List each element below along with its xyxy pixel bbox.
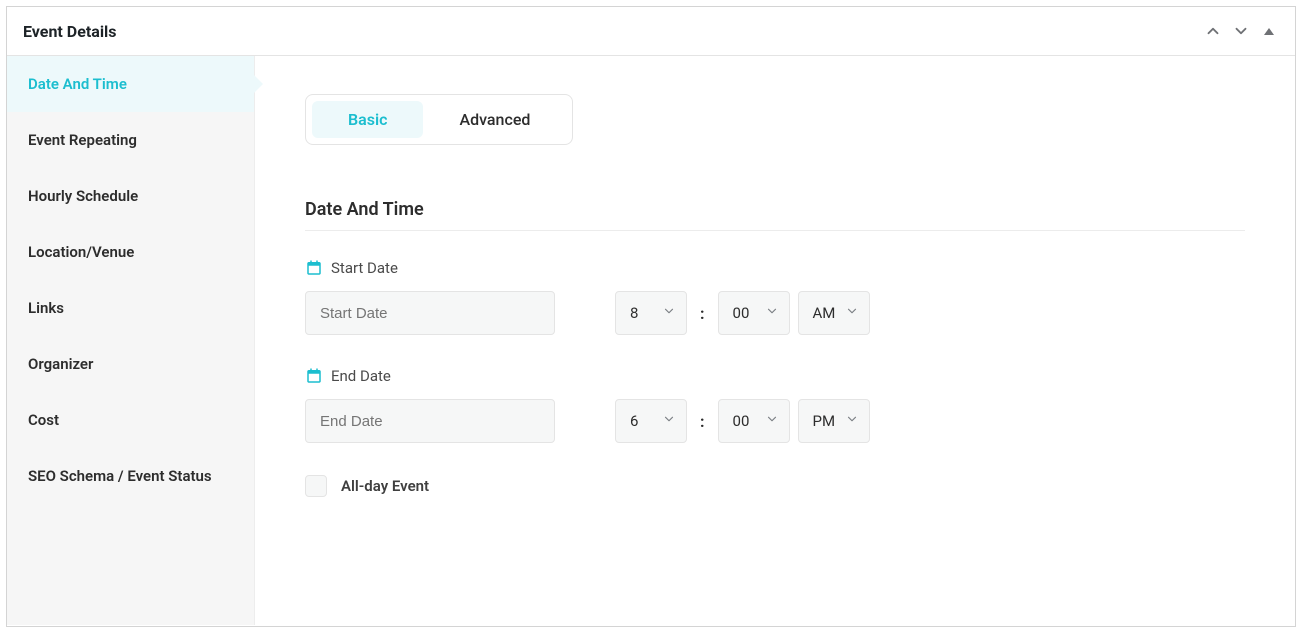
time-separator: : — [695, 304, 710, 323]
metabox-title: Event Details — [23, 22, 117, 41]
end-hour-select[interactable]: 6 — [615, 399, 687, 443]
event-details-metabox: Event Details Date And Time Event Repeat… — [6, 6, 1296, 627]
move-up-icon[interactable] — [1203, 21, 1223, 41]
start-hour-select[interactable]: 8 — [615, 291, 687, 335]
tabs: Basic Advanced — [305, 94, 573, 145]
metabox-controls — [1203, 21, 1279, 41]
sidebar-item-location-venue[interactable]: Location/Venue — [7, 224, 254, 280]
end-date-label-row: End Date — [305, 367, 1245, 385]
sidebar-item-date-and-time[interactable]: Date And Time — [7, 56, 254, 112]
sidebar-item-hourly-schedule[interactable]: Hourly Schedule — [7, 168, 254, 224]
all-day-label: All-day Event — [341, 477, 429, 495]
start-minute-select[interactable]: 00 — [718, 291, 790, 335]
end-hour-select-wrap: 6 — [615, 399, 687, 443]
start-minute-select-wrap: 00 — [718, 291, 790, 335]
end-date-input[interactable] — [305, 399, 555, 443]
sidebar-item-cost[interactable]: Cost — [7, 392, 254, 448]
end-period-select-wrap: PM — [798, 399, 870, 443]
sidebar-item-label: Hourly Schedule — [28, 187, 138, 205]
sidebar-item-links[interactable]: Links — [7, 280, 254, 336]
sidebar-item-label: SEO Schema / Event Status — [28, 467, 212, 485]
sidebar-item-label: Event Repeating — [28, 131, 137, 149]
all-day-row: All-day Event — [305, 475, 1245, 497]
calendar-icon — [305, 367, 323, 385]
tab-advanced[interactable]: Advanced — [423, 101, 566, 138]
calendar-icon — [305, 259, 323, 277]
end-period-select[interactable]: PM — [798, 399, 870, 443]
time-separator: : — [695, 412, 710, 431]
metabox-header: Event Details — [7, 7, 1295, 56]
sidebar-item-label: Organizer — [28, 355, 93, 373]
sidebar-item-organizer[interactable]: Organizer — [7, 336, 254, 392]
sidebar-item-label: Cost — [28, 411, 59, 429]
move-down-icon[interactable] — [1231, 21, 1251, 41]
collapse-icon[interactable] — [1259, 21, 1279, 41]
start-date-inputs: 8 : 00 AM — [305, 291, 1245, 335]
start-date-input[interactable] — [305, 291, 555, 335]
sidebar-item-label: Links — [28, 299, 64, 317]
start-hour-select-wrap: 8 — [615, 291, 687, 335]
start-date-label-row: Start Date — [305, 259, 1245, 277]
start-period-select[interactable]: AM — [798, 291, 870, 335]
sidebar-item-label: Location/Venue — [28, 243, 134, 261]
end-date-label: End Date — [331, 367, 391, 385]
content-area: Basic Advanced Date And Time Start Date … — [255, 56, 1295, 625]
tab-basic[interactable]: Basic — [312, 101, 423, 138]
metabox-body: Date And Time Event Repeating Hourly Sch… — [7, 56, 1295, 625]
start-date-label: Start Date — [331, 259, 398, 277]
end-date-row: End Date 6 : 00 — [305, 367, 1245, 443]
end-minute-select[interactable]: 00 — [718, 399, 790, 443]
sidebar-item-seo-schema[interactable]: SEO Schema / Event Status — [7, 448, 254, 504]
all-day-checkbox[interactable] — [305, 475, 327, 497]
section-title: Date And Time — [305, 199, 1245, 231]
sidebar: Date And Time Event Repeating Hourly Sch… — [7, 56, 255, 625]
end-minute-select-wrap: 00 — [718, 399, 790, 443]
sidebar-item-label: Date And Time — [28, 75, 127, 93]
sidebar-item-event-repeating[interactable]: Event Repeating — [7, 112, 254, 168]
end-date-inputs: 6 : 00 PM — [305, 399, 1245, 443]
start-period-select-wrap: AM — [798, 291, 870, 335]
start-date-row: Start Date 8 : 00 — [305, 259, 1245, 335]
